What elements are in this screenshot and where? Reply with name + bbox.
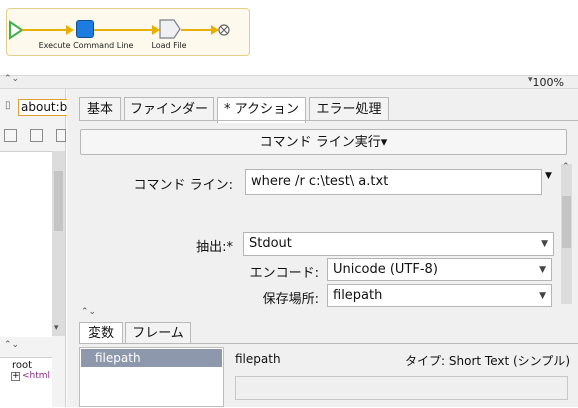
tab-finder[interactable]: ファインダー [124, 97, 214, 121]
encoding-select[interactable]: Unicode (UTF-8) ▼ [327, 258, 552, 281]
tab-error-handling[interactable]: エラー処理 [309, 97, 389, 121]
form-scrollbar[interactable]: ⌃ [561, 162, 572, 304]
workflow-canvas: Execute Command Line Load File [0, 0, 578, 75]
flow-connector [22, 29, 70, 31]
tab-basic[interactable]: 基本 [79, 97, 121, 121]
encoding-label: エンコード: [249, 266, 319, 281]
extract-label: 抽出:* [167, 236, 233, 255]
page-icon: ▯ [5, 100, 11, 111]
load-file-step[interactable] [159, 19, 181, 39]
command-line-dropdown-icon[interactable]: ▼ [545, 171, 552, 181]
doc-tab[interactable]: ▯ about:b [2, 99, 71, 117]
variable-value-box[interactable] [235, 376, 568, 400]
variable-type: タイプ: Short Text (シンプル) [405, 354, 570, 368]
chevron-down-icon: ▼ [541, 239, 548, 249]
save-location-value: filepath [333, 288, 383, 303]
left-scrollbar[interactable]: ▾ [52, 151, 65, 336]
flow-connector [94, 29, 156, 31]
lower-tab-divider [79, 343, 578, 344]
flow-connector [181, 29, 215, 31]
collapse-arrows-icon[interactable]: ⌃⌄ [4, 74, 19, 84]
extract-label-text: 抽出: [196, 240, 227, 255]
step-label: Load File [151, 41, 187, 50]
end-icon [218, 24, 230, 36]
dom-view [0, 151, 52, 337]
tab-frames[interactable]: フレーム [125, 322, 191, 344]
extract-value: Stdout [249, 236, 292, 251]
form-scroll-thumb[interactable] [562, 196, 571, 248]
action-panel: 基本 ファインダー * アクション エラー処理 コマンド ライン実行▾ コマンド… [67, 89, 578, 407]
command-line-label: コマンド ライン: [133, 178, 233, 193]
command-line-input[interactable]: where /r c:\test\ a.txt [245, 169, 542, 195]
variable-name: filepath [235, 352, 281, 366]
tree-root[interactable]: root [12, 360, 32, 371]
required-mark: * [226, 240, 234, 255]
dropdown-arrow-icon: ▾ [380, 135, 388, 150]
arrow-icon [66, 25, 74, 35]
save-location-select[interactable]: filepath ▼ [327, 284, 552, 307]
encoding-value: Unicode (UTF-8) [333, 262, 438, 277]
tree-expand-icon[interactable]: + [11, 372, 20, 381]
tree-view: root + <html [0, 357, 52, 408]
execute-command-line-step[interactable] [76, 20, 94, 38]
command-line-action-button[interactable]: コマンド ライン実行▾ [80, 129, 567, 155]
left-scroll-thumb[interactable] [54, 171, 63, 231]
left-panel: ▯ about:b ▾ ⌃⌄ root + <html [0, 89, 71, 408]
variable-list: filepath [79, 347, 224, 407]
tab-variables[interactable]: 変数 [79, 322, 123, 344]
chevron-down-icon: ▼ [539, 265, 546, 275]
scroll-up-icon[interactable]: ⌃ [562, 162, 570, 172]
tree-node[interactable]: <html [22, 371, 50, 381]
splitter-bar[interactable]: ⌃⌄ ▾ 100% [0, 74, 578, 89]
zoom-level[interactable]: 100% [533, 76, 564, 89]
list-item[interactable]: filepath [81, 349, 222, 367]
tool-icon[interactable] [56, 129, 66, 142]
doc-tab-label: about:b [18, 99, 71, 116]
collapse-arrows-icon[interactable]: ⌃⌄ [81, 307, 96, 317]
collapse-icon[interactable] [30, 129, 43, 142]
chevron-down-icon: ▼ [539, 291, 546, 301]
expand-icon[interactable] [4, 129, 17, 142]
save-location-label: 保存場所: [262, 292, 319, 307]
collapse-arrows-icon[interactable]: ⌃⌄ [4, 340, 19, 350]
extract-select[interactable]: Stdout ▼ [243, 232, 554, 256]
action-button-label: コマンド ライン実行 [259, 135, 381, 150]
tab-divider [79, 120, 578, 121]
scroll-down-icon[interactable]: ▾ [54, 323, 59, 333]
step-label: Execute Command Line [38, 41, 134, 50]
